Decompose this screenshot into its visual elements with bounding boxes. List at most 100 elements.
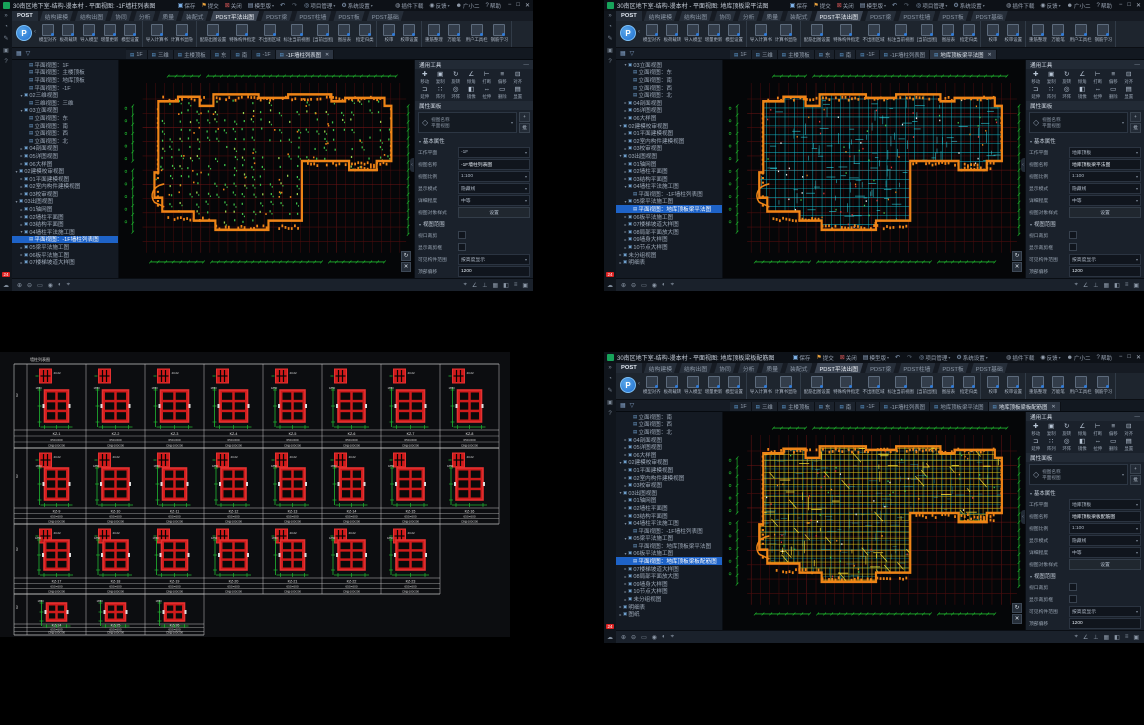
section-header[interactable]: ▾基本属性 [415, 135, 533, 146]
selection-dropdown[interactable]: ◇ 视图名称 平面视图 ▾ [1029, 112, 1128, 133]
titlebar-save-button[interactable]: ▣保存 [790, 2, 808, 10]
snap-icon[interactable]: ⌖ [1074, 634, 1077, 641]
snap-icon[interactable]: ⌖ [1074, 282, 1077, 289]
maximize-button[interactable]: □ [1127, 354, 1131, 361]
tool-12-button[interactable]: ⇔拉伸 [1091, 86, 1105, 100]
ribbon-button[interactable]: 配筋出图设置 [199, 23, 227, 45]
view-tab[interactable]: ▤1F [730, 50, 752, 59]
bulb-icon[interactable]: ◉ [48, 282, 53, 289]
close-button[interactable]: ✕ [1136, 354, 1141, 361]
top-offset-input[interactable]: 1200 [458, 266, 530, 277]
tool-14-button[interactable]: ▤显置 [1122, 438, 1136, 452]
ribbon-button[interactable]: [当前出图] [312, 23, 334, 45]
project-panel-icon[interactable]: ▦ [620, 402, 626, 409]
view-tab[interactable]: ▤三维 [752, 50, 778, 59]
titlebar-model-library-button[interactable]: ▤模型版▾ [863, 354, 889, 362]
ribbon-button[interactable]: 用户工具栏 [1069, 23, 1093, 45]
view-name-input[interactable]: -1F墙柱列表图 [458, 159, 530, 170]
ribbon-button[interactable]: 导入模型 [683, 375, 703, 397]
ribbon-button[interactable]: 校审 [379, 23, 398, 45]
bulb-icon[interactable]: ◉ [652, 282, 657, 289]
help-circle-icon[interactable]: ? [4, 59, 7, 65]
view-tab[interactable]: ▤地库顶板梁板配筋图✕ [989, 402, 1061, 411]
tool-1-button[interactable]: ✚移动 [1029, 423, 1043, 437]
menu-tab[interactable]: 结构建模 [644, 363, 677, 373]
ribbon-button[interactable]: 重筋整理 [1028, 375, 1048, 397]
drawing-canvas[interactable]: ‹ ↻ ✕ [723, 60, 1025, 278]
menu-tab[interactable]: 分析 [134, 11, 156, 21]
grid-icon[interactable]: ▦ [492, 282, 498, 289]
add-button[interactable]: + [1130, 112, 1141, 122]
titlebar-system-settings-button[interactable]: ⚙系统设置▾ [956, 354, 987, 362]
close-overlay-button[interactable]: ✕ [1012, 614, 1022, 624]
tool-2-button[interactable]: ▣复制 [434, 71, 448, 85]
view-tab[interactable]: ▤南 [231, 50, 252, 59]
view-tab[interactable]: ▤1F [730, 402, 752, 411]
titlebar-project-manage-button[interactable]: ◎项目管理▾ [916, 2, 947, 10]
tree-item[interactable]: ▸▣09墙身大样图 [616, 236, 722, 244]
ribbon-button[interactable]: 万能笔 [1049, 23, 1068, 45]
ribbon-button[interactable]: 模型对齐 [642, 375, 662, 397]
view-tab[interactable]: ▤主楼顶板 [778, 402, 815, 411]
menu-tab[interactable]: 分析 [738, 11, 760, 21]
pdst-logo[interactable]: P [16, 25, 32, 41]
display-mode-select[interactable]: 隐藏线▾ [1069, 535, 1141, 546]
tool-6-button[interactable]: ≡偏移 [1107, 71, 1121, 85]
titlebar-assistant-button[interactable]: ☻广小二 [456, 2, 480, 10]
ribbon-button[interactable]: 校审设置 [399, 23, 419, 45]
library-icon[interactable]: ▣ [607, 47, 613, 54]
work-plane-select[interactable]: 地库顶板▾ [1069, 499, 1141, 510]
menu-tab[interactable]: PDST基础 [367, 11, 404, 21]
tool-11-button[interactable]: ◧镜像 [1076, 438, 1090, 452]
tool-8-button[interactable]: ⊐延伸 [1029, 438, 1043, 452]
cloud-icon[interactable]: ☁ [3, 282, 9, 289]
batch-button[interactable]: 批 [1130, 123, 1141, 133]
ribbon-button[interactable]: 校审设置 [1003, 23, 1023, 45]
ribbon-button[interactable]: 万能笔 [445, 23, 464, 45]
ribbon-button[interactable]: 校审设置 [1003, 375, 1023, 397]
close-tab-icon[interactable]: ✕ [1051, 404, 1055, 410]
titlebar-redo-button[interactable]: ↷ [907, 354, 913, 361]
menu-tab[interactable]: 装配式 [785, 363, 812, 373]
view-tab[interactable]: ▤东 [815, 402, 836, 411]
tool-4-button[interactable]: ∠倾角 [1076, 71, 1090, 85]
model-space-icon[interactable]: ▣ [1133, 282, 1139, 289]
tool-11-button[interactable]: ◧镜像 [465, 86, 479, 100]
tool-3-button[interactable]: ↻旋转 [1060, 71, 1074, 85]
view-scale-select[interactable]: 1:100▾ [1069, 523, 1141, 534]
grid-icon[interactable]: ▦ [1103, 282, 1109, 289]
tool-8-button[interactable]: ⊐延伸 [418, 86, 432, 100]
expand-strip-icon[interactable]: » [608, 13, 611, 19]
snap-icon[interactable]: ⌖ [463, 282, 466, 289]
tool-7-button[interactable]: ⊟对齐 [1122, 423, 1136, 437]
show-crop-box-checkbox[interactable] [458, 243, 466, 251]
list-icon[interactable]: ≡ [1125, 634, 1129, 640]
ribbon-button[interactable]: 板荷载转 [59, 23, 79, 45]
ribbon-button[interactable]: 重筋整理 [1028, 23, 1048, 45]
post-menu-button[interactable]: POST [616, 363, 642, 373]
show-crop-box-checkbox[interactable] [1069, 243, 1077, 251]
section-header[interactable]: ▾基本属性 [1026, 487, 1144, 498]
tree-item[interactable]: ▸▣02室内构件建模视图 [616, 137, 722, 145]
reset-view-button[interactable]: ↻ [1012, 251, 1022, 261]
locate-icon[interactable]: ⌖ [67, 282, 70, 289]
menu-tab[interactable]: PDST梁 [865, 363, 896, 373]
tree-item[interactable]: ▸▣02墙柱平面图 [616, 167, 722, 175]
titlebar-submit-button[interactable]: ⚑提交 [816, 354, 833, 362]
tool-2-button[interactable]: ▣复制 [1045, 423, 1059, 437]
theme-icon[interactable]: ◐ [58, 282, 62, 288]
ribbon-button[interactable]: 不出图区域 [862, 23, 886, 45]
zoom-window-icon[interactable]: ▭ [37, 282, 43, 289]
viewport-crop-checkbox[interactable] [458, 231, 466, 239]
titlebar-feedback-button[interactable]: ◉反馈▾ [1040, 354, 1060, 362]
zoom-window-icon[interactable]: ▭ [641, 634, 647, 641]
work-plane-select[interactable]: 地库顶板▾ [1069, 147, 1141, 158]
post-menu-button[interactable]: POST [12, 11, 38, 21]
ortho-icon[interactable]: ⊥ [1093, 282, 1098, 289]
menu-tab[interactable]: 质量 [761, 11, 783, 21]
library-icon[interactable]: ▣ [3, 47, 9, 54]
tool-6-button[interactable]: ≡偏移 [1107, 423, 1121, 437]
view-object-style-button[interactable]: 设置 [1069, 207, 1141, 218]
view-tab[interactable]: ▤地库顶板梁平法图✕ [930, 50, 997, 59]
ribbon-button[interactable]: 模型设置 [120, 23, 140, 45]
